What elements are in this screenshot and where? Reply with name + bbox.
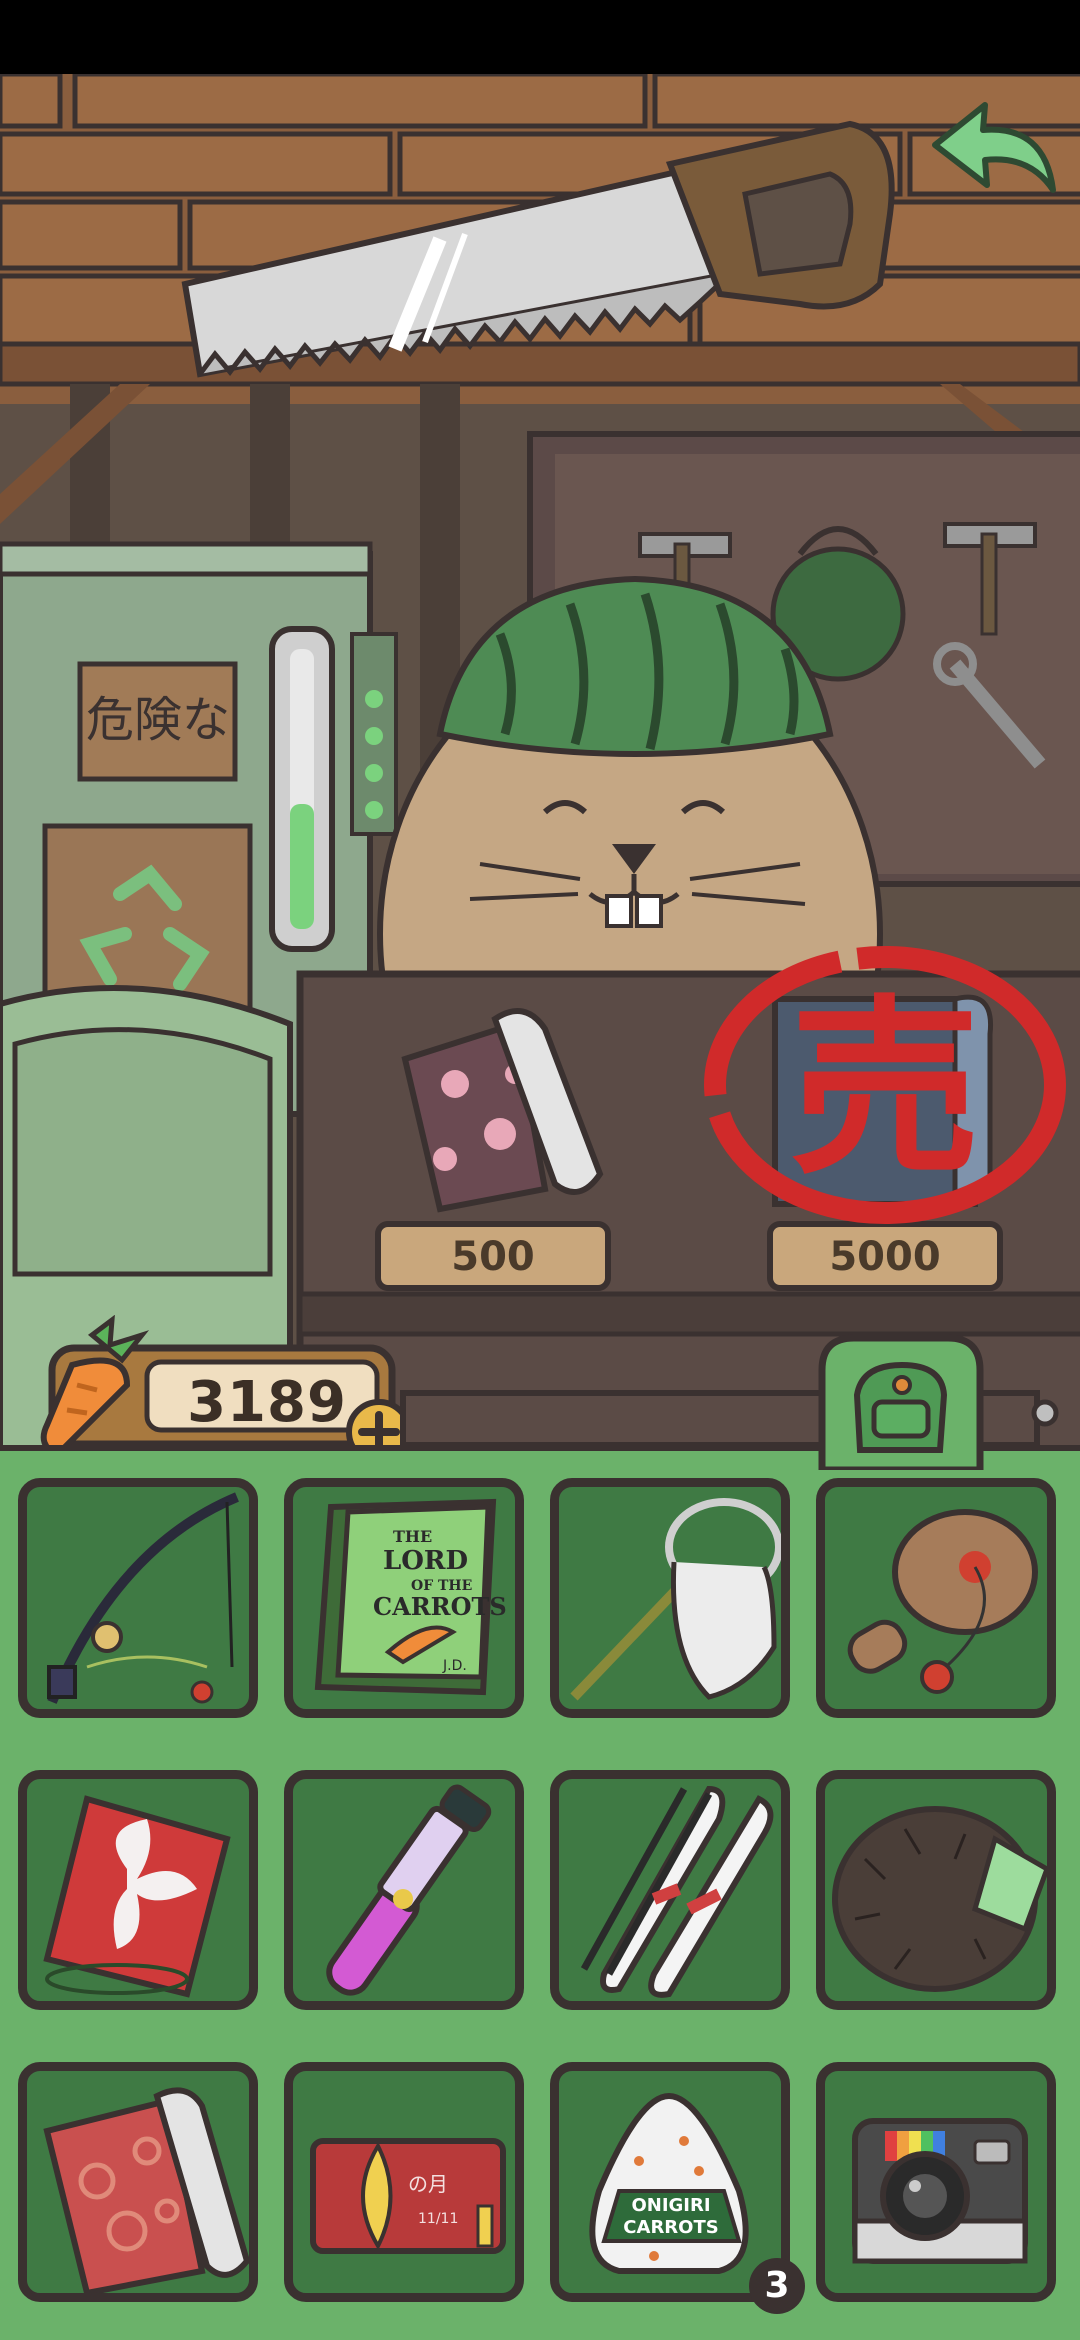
back-button[interactable] [925, 95, 1065, 205]
inventory-tab-backpack[interactable] [812, 1330, 990, 1474]
inventory-slot-moon-card[interactable]: の月 11/11 [284, 2062, 524, 2302]
price-label-2: 5000 [829, 1234, 941, 1280]
svg-text:CARROTS: CARROTS [623, 2217, 718, 2238]
fur-hat-icon [832, 1806, 1047, 1992]
moon-card-icon: の月 11/11 [310, 2138, 506, 2254]
status-bar [0, 0, 1080, 74]
back-arrow-icon [932, 102, 1056, 193]
inventory-slot-fur-hat[interactable] [816, 1770, 1056, 2010]
inventory-slot-camera[interactable] [816, 2062, 1056, 2302]
kite-icon [43, 1795, 231, 1998]
onigiri-count-badge: 3 [749, 2258, 805, 2314]
inventory-slot-potion[interactable] [284, 1770, 524, 2010]
paddle-ball-icon [847, 1509, 1038, 1694]
skis-icon [580, 1785, 774, 1998]
fishing-rod-icon [47, 1492, 239, 1704]
carrot-icon [32, 1314, 162, 1465]
backpack-icon [853, 1361, 948, 1453]
inventory-slot-skis[interactable] [550, 1770, 790, 2010]
svg-text:J.D.: J.D. [442, 1658, 467, 1674]
inventory-slot-paddle-ball[interactable] [816, 1478, 1056, 1718]
potion-icon [326, 1784, 492, 1996]
book-icon: THE LORD OF THE CARROTS J.D. [314, 1498, 507, 1696]
red-fabric-roll-icon [43, 2087, 249, 2293]
camera-icon [852, 2118, 1028, 2264]
scroll-indicator [1028, 1396, 1062, 1430]
inventory-slot-book[interactable]: THE LORD OF THE CARROTS J.D. [284, 1478, 524, 1718]
svg-text:11/11: 11/11 [418, 2211, 458, 2227]
price-label-1: 500 [451, 1234, 535, 1280]
sold-stamp-text: 売 [790, 979, 980, 1200]
price-tag-2[interactable]: 5000 [770, 1224, 1000, 1288]
svg-text:の月: の月 [408, 2172, 448, 2196]
sold-stamp: 売 [700, 940, 1070, 1230]
onigiri-icon: ONIGIRI CARROTS [589, 2092, 749, 2274]
svg-text:ONIGIRI: ONIGIRI [631, 2195, 710, 2216]
inventory-slot-kite[interactable] [18, 1770, 258, 2010]
svg-text:CARROTS: CARROTS [373, 1592, 507, 1621]
inventory-slot-bug-net[interactable] [550, 1478, 790, 1718]
game-screen: 危険な 500 5000 売 3189 THE LORD OF THE CARR… [0, 0, 1080, 2340]
danger-sign-text: 危険な [86, 692, 230, 748]
svg-text:LORD: LORD [383, 1546, 468, 1576]
price-tag-1[interactable]: 500 [378, 1224, 608, 1288]
inventory-slot-red-fabric[interactable] [18, 2062, 258, 2302]
inventory-slot-fishing-rod[interactable] [18, 1478, 258, 1718]
svg-text:THE: THE [393, 1527, 432, 1546]
currency-amount: 3189 [187, 1370, 347, 1435]
inventory-slot-onigiri[interactable]: ONIGIRI CARROTS [550, 2062, 790, 2302]
bug-net-icon [570, 1498, 781, 1701]
